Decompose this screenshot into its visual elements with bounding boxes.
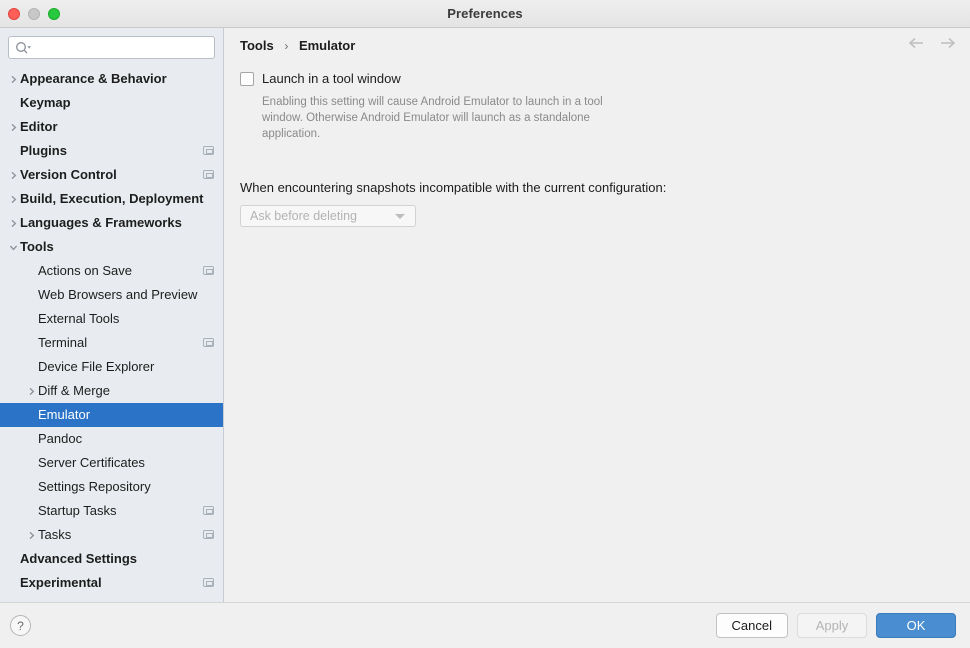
sidebar-item-label: Pandoc — [38, 431, 83, 446]
apply-button[interactable]: Apply — [797, 613, 867, 638]
arrow-right-icon[interactable] — [939, 36, 956, 54]
window-title: Preferences — [447, 6, 523, 21]
sidebar-item-tools[interactable]: Tools — [0, 235, 223, 259]
chevron-down-icon — [395, 213, 405, 219]
settings-detail-panel: Tools › Emulator Launch in a tool window… — [224, 28, 970, 602]
sidebar-item-diff-merge[interactable]: Diff & Merge — [0, 379, 223, 403]
sidebar-item-startup-tasks[interactable]: Startup Tasks — [0, 499, 223, 523]
project-scope-badge-icon — [203, 170, 214, 179]
sidebar-item-external-tools[interactable]: External Tools — [0, 307, 223, 331]
sidebar-item-build-execution-deployment[interactable]: Build, Execution, Deployment — [0, 187, 223, 211]
sidebar-item-label: Emulator — [38, 407, 91, 422]
zoom-window-icon[interactable] — [48, 8, 60, 20]
launch-in-tool-window-checkbox[interactable] — [240, 72, 254, 86]
sidebar-item-device-file-explorer[interactable]: Device File Explorer — [0, 355, 223, 379]
dialog-footer: ? Cancel Apply OK — [0, 602, 970, 648]
sidebar-item-advanced-settings[interactable]: Advanced Settings — [0, 547, 223, 571]
window-body: Appearance & Behavior Keymap Editor Plugins… — [0, 28, 970, 602]
sidebar-item-label: Web Browsers and Preview — [38, 287, 198, 302]
breadcrumb-parent[interactable]: Tools — [240, 38, 274, 53]
snapshots-dropdown-value: Ask before deleting — [250, 209, 358, 223]
chevron-right-icon[interactable] — [6, 219, 20, 228]
search-icon — [15, 41, 32, 60]
chevron-down-icon[interactable] — [6, 243, 20, 252]
sidebar-item-web-browsers-and-preview[interactable]: Web Browsers and Preview — [0, 283, 223, 307]
search-input[interactable] — [33, 38, 209, 57]
sidebar-item-label: External Tools — [38, 311, 120, 326]
sidebar-item-label: Tools — [20, 239, 54, 254]
breadcrumb-separator-icon: › — [284, 38, 289, 53]
sidebar-item-label: Server Certificates — [38, 455, 145, 470]
sidebar-item-settings-repository[interactable]: Settings Repository — [0, 475, 223, 499]
sidebar-item-label: Keymap — [20, 95, 71, 110]
help-button[interactable]: ? — [10, 615, 31, 636]
chevron-right-icon[interactable] — [6, 123, 20, 132]
sidebar-item-label: Advanced Settings — [20, 551, 138, 566]
launch-in-tool-window-label: Launch in a tool window — [262, 71, 401, 86]
project-scope-badge-icon — [203, 146, 214, 155]
close-window-icon[interactable] — [8, 8, 20, 20]
history-navigation — [908, 36, 956, 54]
chevron-right-icon[interactable] — [24, 387, 38, 396]
cancel-button[interactable]: Cancel — [715, 613, 788, 638]
project-scope-badge-icon — [203, 530, 214, 539]
settings-sidebar: Appearance & Behavior Keymap Editor Plugins… — [0, 28, 224, 602]
sidebar-item-terminal[interactable]: Terminal — [0, 331, 223, 355]
window-titlebar: Preferences — [0, 0, 970, 28]
sidebar-item-emulator[interactable]: Emulator — [0, 403, 223, 427]
sidebar-item-plugins[interactable]: Plugins — [0, 139, 223, 163]
search-box[interactable] — [8, 36, 215, 59]
chevron-right-icon[interactable] — [6, 171, 20, 180]
minimize-window-icon[interactable] — [28, 8, 40, 20]
sidebar-item-label: Startup Tasks — [38, 503, 117, 518]
dialog-buttons: Cancel Apply OK — [715, 613, 956, 638]
sidebar-item-tasks[interactable]: Tasks — [0, 523, 223, 547]
sidebar-item-label: Settings Repository — [38, 479, 151, 494]
sidebar-item-label: Actions on Save — [38, 263, 132, 278]
sidebar-item-label: Appearance & Behavior — [20, 71, 167, 86]
sidebar-item-label: Terminal — [38, 335, 88, 350]
sidebar-item-label: Device File Explorer — [38, 359, 155, 374]
project-scope-badge-icon — [203, 266, 214, 275]
sidebar-item-label: Build, Execution, Deployment — [20, 191, 204, 206]
sidebar-item-label: Languages & Frameworks — [20, 215, 182, 230]
detail-content: Launch in a tool window Enabling this se… — [224, 62, 970, 227]
project-scope-badge-icon — [203, 578, 214, 587]
ok-button[interactable]: OK — [876, 613, 956, 638]
search-container — [0, 28, 223, 65]
sidebar-item-label: Tasks — [38, 527, 72, 542]
chevron-right-icon[interactable] — [6, 195, 20, 204]
sidebar-item-label: Experimental — [20, 575, 102, 590]
sidebar-item-label: Editor — [20, 119, 58, 134]
sidebar-item-version-control[interactable]: Version Control — [0, 163, 223, 187]
arrow-left-icon[interactable] — [908, 36, 925, 54]
sidebar-item-keymap[interactable]: Keymap — [0, 91, 223, 115]
sidebar-item-experimental[interactable]: Experimental — [0, 571, 223, 595]
traffic-light-group — [8, 0, 60, 28]
sidebar-item-actions-on-save[interactable]: Actions on Save — [0, 259, 223, 283]
chevron-right-icon[interactable] — [6, 75, 20, 84]
sidebar-item-label: Version Control — [20, 167, 117, 182]
sidebar-item-server-certificates[interactable]: Server Certificates — [0, 451, 223, 475]
breadcrumb: Tools › Emulator — [240, 38, 355, 53]
project-scope-badge-icon — [203, 338, 214, 347]
snapshots-section-label: When encountering snapshots incompatible… — [240, 180, 667, 195]
snapshots-dropdown[interactable]: Ask before deleting — [240, 205, 416, 227]
detail-header: Tools › Emulator — [224, 28, 970, 62]
launch-in-tool-window-row[interactable]: Launch in a tool window — [240, 70, 954, 87]
project-scope-badge-icon — [203, 506, 214, 515]
chevron-right-icon[interactable] — [24, 531, 38, 540]
sidebar-item-appearance-behavior[interactable]: Appearance & Behavior — [0, 67, 223, 91]
sidebar-item-label: Diff & Merge — [38, 383, 111, 398]
sidebar-item-label: Plugins — [20, 143, 67, 158]
sidebar-item-pandoc[interactable]: Pandoc — [0, 427, 223, 451]
preferences-window: Preferences Appearance & Behavior Keymap E — [0, 0, 970, 648]
settings-tree: Appearance & Behavior Keymap Editor Plugins… — [0, 65, 223, 602]
sidebar-item-editor[interactable]: Editor — [0, 115, 223, 139]
launch-in-tool-window-description: Enabling this setting will cause Android… — [262, 96, 603, 140]
sidebar-item-languages-frameworks[interactable]: Languages & Frameworks — [0, 211, 223, 235]
breadcrumb-current: Emulator — [298, 37, 356, 53]
